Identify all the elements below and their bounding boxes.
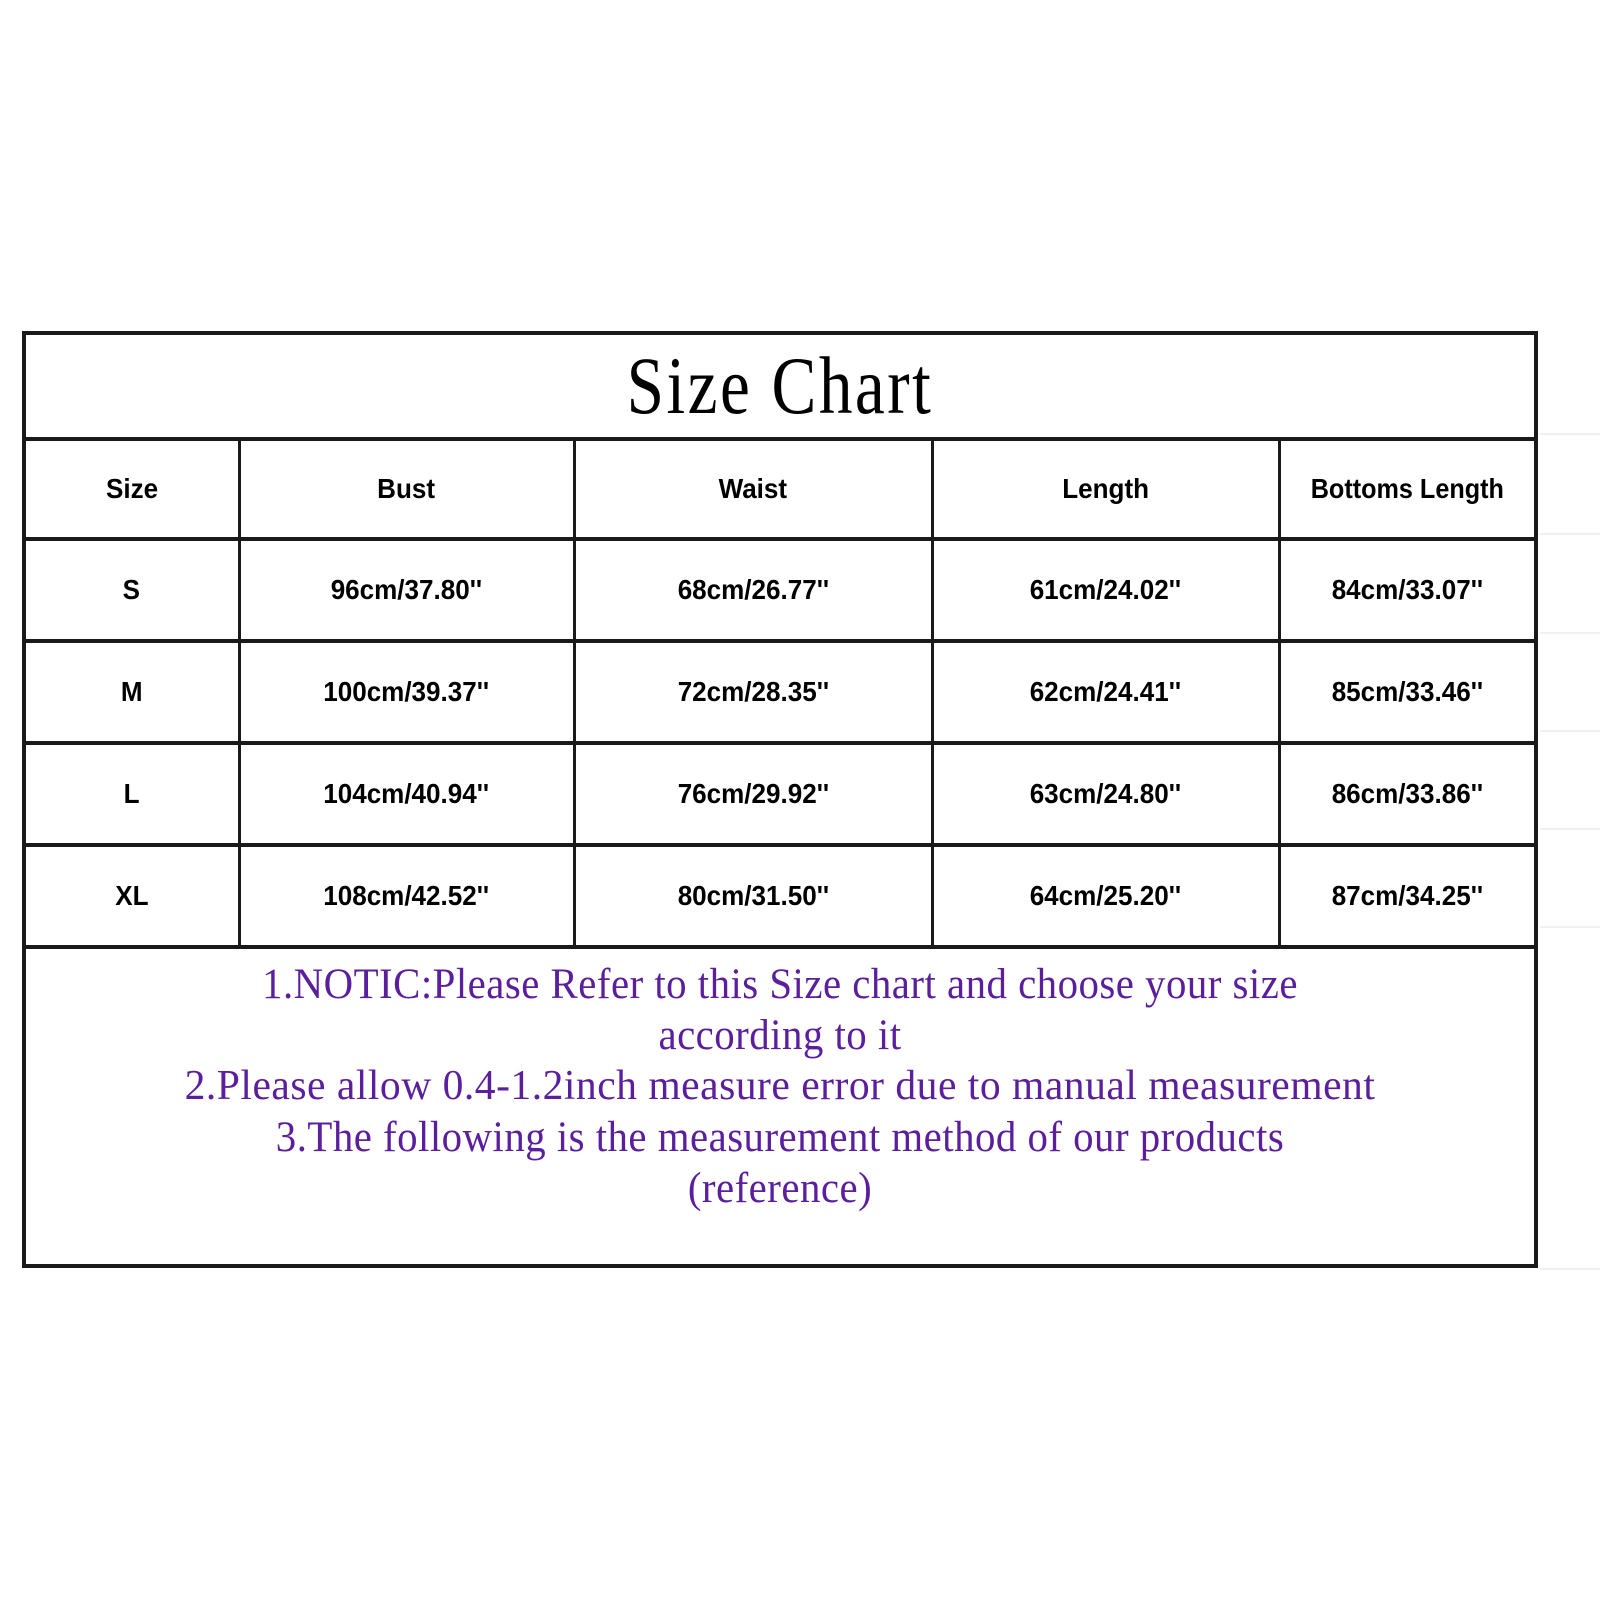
cell-bust: 104cm/40.94'' — [239, 743, 576, 847]
cell-length: 63cm/24.80'' — [932, 743, 1281, 847]
cell-bottoms-length: 86cm/33.86'' — [1279, 743, 1534, 847]
table-header-row: Size Bust Waist Length Bottoms Length — [26, 441, 1534, 541]
note-line-3: 3.The following is the measurement metho… — [275, 1114, 1285, 1161]
cell-bottoms-length: 85cm/33.46'' — [1279, 641, 1534, 745]
column-header-bust: Bust — [239, 441, 576, 541]
chart-title-row: Size Chart — [26, 335, 1534, 441]
cell-length: 62cm/24.41'' — [932, 641, 1281, 745]
note-line-1-cont: according to it — [658, 1012, 902, 1059]
column-header-length: Length — [932, 441, 1281, 541]
cell-size: M — [26, 641, 241, 745]
cell-waist: 68cm/26.77'' — [574, 539, 934, 643]
size-chart-table: Size Bust Waist Length Bottoms Length S … — [26, 441, 1534, 949]
cell-size: L — [26, 743, 241, 847]
artifact-hairline — [1540, 533, 1600, 535]
note-line-1: 1.NOTIC:Please Refer to this Size chart … — [262, 961, 1298, 1008]
cell-length: 64cm/25.20'' — [932, 845, 1281, 949]
cell-size: S — [26, 539, 241, 643]
artifact-hairline — [1540, 632, 1600, 634]
cell-bust: 100cm/39.37'' — [239, 641, 576, 745]
artifact-hairline — [1540, 433, 1600, 435]
cell-bottoms-length: 87cm/34.25'' — [1279, 845, 1534, 949]
table-row: XL 108cm/42.52'' 80cm/31.50'' 64cm/25.20… — [26, 845, 1534, 949]
cell-waist: 72cm/28.35'' — [574, 641, 934, 745]
note-line-3-cont: (reference) — [687, 1165, 873, 1212]
cell-size: XL — [26, 845, 241, 949]
cell-waist: 80cm/31.50'' — [574, 845, 934, 949]
column-header-size: Size — [26, 441, 241, 541]
cell-length: 61cm/24.02'' — [932, 539, 1281, 643]
column-header-waist: Waist — [574, 441, 934, 541]
artifact-hairline — [1540, 730, 1600, 732]
table-row: L 104cm/40.94'' 76cm/29.92'' 63cm/24.80'… — [26, 743, 1534, 847]
table-row: M 100cm/39.37'' 72cm/28.35'' 62cm/24.41'… — [26, 641, 1534, 745]
artifact-hairline — [1540, 926, 1600, 928]
artifact-hairline — [1540, 1268, 1600, 1270]
note-line-2: 2.Please allow 0.4-1.2inch measure error… — [184, 1063, 1376, 1109]
cell-bottoms-length: 84cm/33.07'' — [1279, 539, 1534, 643]
cell-bust: 108cm/42.52'' — [239, 845, 576, 949]
notes-block: 1.NOTIC:Please Refer to this Size chart … — [26, 949, 1534, 1264]
table-row: S 96cm/37.80'' 68cm/26.77'' 61cm/24.02''… — [26, 539, 1534, 643]
artifact-hairline — [1540, 828, 1600, 830]
cell-bust: 96cm/37.80'' — [239, 539, 576, 643]
size-chart-panel: Size Chart Size Bust Waist Length Bottom… — [22, 331, 1538, 1268]
page-title: Size Chart — [626, 340, 934, 431]
column-header-bottoms-length: Bottoms Length — [1279, 441, 1534, 541]
cell-waist: 76cm/29.92'' — [574, 743, 934, 847]
